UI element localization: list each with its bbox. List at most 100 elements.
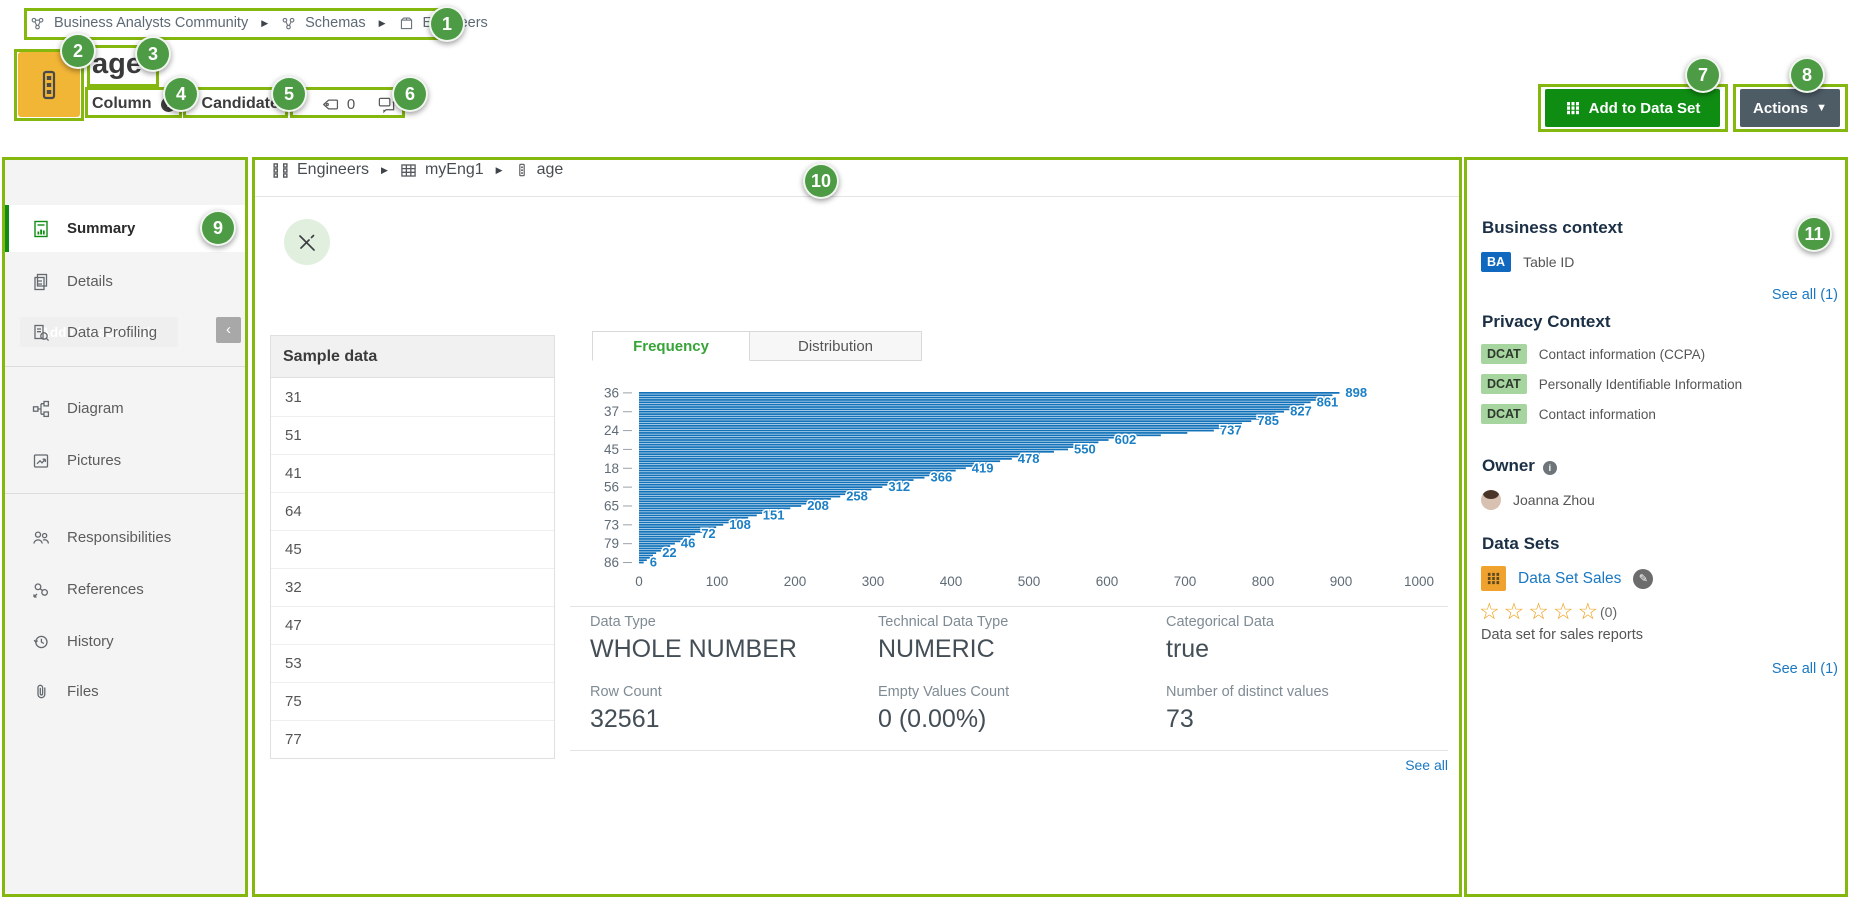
tab-distribution[interactable]: Distribution [750,331,922,361]
svg-text:0: 0 [635,574,643,589]
sidebar-item-data-profiling[interactable]: Data Profiling [4,309,248,356]
breadcrumb-item-engineers[interactable]: Engineers [297,161,369,179]
info-icon[interactable]: i [1543,461,1557,475]
divider [4,366,248,367]
privacy-context-item[interactable]: DCATPersonally Identifiable Information [1481,374,1742,394]
sample-data-card: Sample data 31514164453247537577 [270,335,555,759]
left-sidebar: Add characteristic ‹ SummaryDetailsData … [2,157,248,897]
sample-data-row: 64 [271,492,554,530]
sidebar-item-label: Summary [67,220,135,237]
privacy-item-label[interactable]: Contact information [1539,407,1656,422]
comment-count: 0 [403,96,411,113]
asset-box-icon [399,16,414,31]
svg-text:24: 24 [604,423,620,438]
chart-tabs: FrequencyDistribution [592,331,922,361]
sidebar-item-summary[interactable]: Summary [4,205,248,252]
tags-icon[interactable] [321,95,340,114]
asset-breadcrumb: Engineers▶myEng1▶age [272,161,563,179]
svg-text:18: 18 [604,461,619,476]
add-to-dataset-button[interactable]: Add to Data Set [1545,89,1720,127]
svg-text:46: 46 [681,536,695,551]
stat-value: 32561 [590,705,870,734]
callout-badge-8: 8 [1789,57,1825,93]
breadcrumb-item-schemas[interactable]: Schemas [305,15,365,31]
privacy-context-item[interactable]: DCAT Contact information (CCPA) [1481,344,1705,364]
stat-value: 73 [1166,705,1446,734]
owner-row[interactable]: Joanna Zhou [1481,490,1595,510]
page-title: age [92,48,142,81]
sidebar-item-label: Files [67,683,99,700]
callout-badge-7: 7 [1685,57,1721,93]
info-icon[interactable]: i [161,97,176,112]
sidebar-item-references[interactable]: References [4,566,248,613]
ba-badge: BA [1481,252,1511,272]
svg-text:366: 366 [931,470,953,485]
stat-technical-data-type: Technical Data TypeNUMERIC [878,614,1158,664]
sidebar-item-label: Pictures [67,452,121,469]
sidebar-item-responsibilities[interactable]: Responsibilities [4,514,248,561]
svg-text:56: 56 [604,480,619,495]
svg-text:785: 785 [1257,413,1279,428]
breadcrumb-separator-icon: ▶ [261,18,268,29]
svg-text:37: 37 [604,404,619,419]
sidebar-item-diagram[interactable]: Diagram [4,385,248,432]
business-context-heading: Business context [1482,218,1623,238]
divider [4,493,248,494]
sidebar-item-details[interactable]: Details [4,258,248,305]
see-all-data-sets-link[interactable]: See all (1) [1638,661,1838,677]
tab-frequency[interactable]: Frequency [592,331,750,361]
status-badge[interactable]: Candidate [202,95,279,113]
breadcrumb-item-engineers[interactable]: Engineers [423,15,488,31]
sample-data-row: 45 [271,530,554,568]
avatar [1481,490,1501,510]
see-all-business-context-link[interactable]: See all (1) [1638,287,1838,303]
business-context-item[interactable]: BA Table ID [1481,252,1574,272]
svg-text:151: 151 [763,507,785,522]
svg-text:898: 898 [1345,385,1367,400]
table-icon [400,162,417,179]
svg-text:737: 737 [1220,423,1242,438]
business-context-item-label[interactable]: Table ID [1523,254,1574,270]
dcat-badge: DCAT [1481,404,1527,424]
dcat-badge: DCAT [1481,344,1527,364]
breadcrumb: Business Analysts Community▶Schemas▶Engi… [30,15,488,31]
svg-text:700: 700 [1174,574,1197,589]
tag-count: 0 [347,96,355,113]
owner-heading: Owneri [1482,456,1557,476]
stat-value: NUMERIC [878,635,1158,664]
svg-text:108: 108 [729,517,751,532]
breadcrumb-item-age[interactable]: age [537,161,564,179]
privacy-item-label[interactable]: Contact information (CCPA) [1539,347,1705,362]
privacy-context-item[interactable]: DCAT Contact information [1481,404,1656,424]
actions-button[interactable]: Actions ▼ [1740,89,1840,127]
sidebar-item-pictures[interactable]: Pictures [4,437,248,484]
svg-text:312: 312 [888,479,910,494]
rating-stars[interactable]: ☆☆☆☆☆ [1479,598,1602,625]
asset-type-label: Column [92,95,152,113]
wand-disabled-icon[interactable] [284,219,330,265]
data-set-row[interactable]: Data Set Sales ✎ [1481,566,1653,591]
stat-data-type: Data TypeWHOLE NUMBER [590,614,870,664]
data-set-link[interactable]: Data Set Sales [1518,570,1621,588]
stat-value: 0 (0.00%) [878,705,1158,734]
sidebar-item-history[interactable]: History [4,618,248,665]
owner-name[interactable]: Joanna Zhou [1513,492,1595,508]
sidebar-item-label: Data Profiling [67,324,157,341]
sidebar-item-label: Diagram [67,400,124,417]
svg-text:22: 22 [662,545,676,560]
add-to-dataset-label: Add to Data Set [1589,100,1701,117]
svg-text:827: 827 [1290,404,1312,419]
comments-icon[interactable] [377,95,396,114]
see-all-link[interactable]: See all [1348,757,1448,773]
caret-down-icon: ▼ [1816,102,1827,114]
divider [570,750,1448,751]
stat-empty-values-count: Empty Values Count0 (0.00%) [878,684,1158,734]
svg-text:200: 200 [784,574,807,589]
privacy-item-label[interactable]: Personally Identifiable Information [1539,377,1742,392]
data-set-icon [1481,566,1506,591]
sidebar-item-files[interactable]: Files [4,668,248,715]
breadcrumb-item-business-analysts-community[interactable]: Business Analysts Community [54,15,248,31]
breadcrumb-item-myeng1[interactable]: myEng1 [425,161,484,179]
svg-text:1000: 1000 [1404,574,1434,589]
sample-data-row: 31 [271,378,554,416]
